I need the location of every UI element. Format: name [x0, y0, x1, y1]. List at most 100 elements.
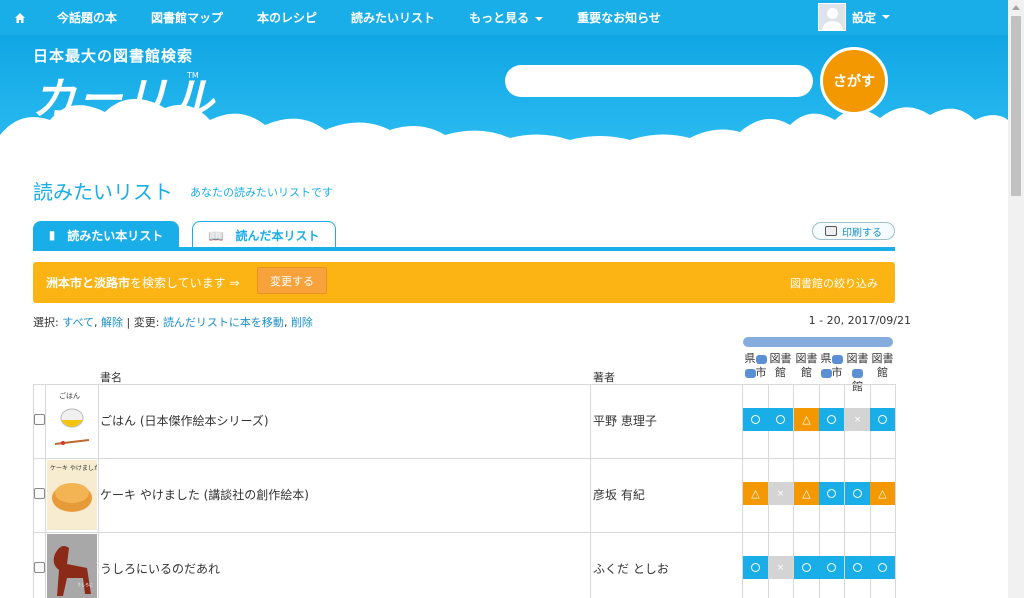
search-area-banner: 洲本市と淡路市を検索しています ⇒ 変更する 図書館の絞り込み — [33, 262, 895, 303]
row-divider — [33, 458, 895, 459]
row-divider — [33, 532, 895, 533]
library-filter-link[interactable]: 図書館の絞り込み — [790, 275, 878, 291]
logo-trademark: TM — [187, 71, 199, 80]
chevron-down-icon — [535, 16, 544, 21]
nav-item-label: 今話題の本 — [57, 11, 118, 25]
availability-status-ok[interactable] — [743, 408, 768, 431]
scroll-thumb[interactable] — [1011, 16, 1021, 196]
column-author-header: 著者 — [593, 371, 615, 384]
nav-item-1[interactable]: 図書館マップ — [134, 9, 240, 26]
book-author: ふくだ としお — [593, 562, 669, 576]
availability-status-ok[interactable] — [768, 408, 793, 431]
redacted-mark — [755, 354, 767, 364]
availability-status-ok[interactable] — [743, 556, 768, 579]
book-title[interactable]: ケーキ やけました (講談社の創作絵本) — [100, 486, 309, 503]
selection-separator: | 変更: — [126, 316, 160, 329]
column-title-header: 書名 — [100, 371, 122, 384]
scroll-up-icon[interactable] — [1012, 5, 1020, 10]
book-title[interactable]: ごはん (日本傑作絵本シリーズ) — [100, 412, 269, 429]
availability-status-ok[interactable] — [845, 556, 870, 579]
library-column-header: 県市 — [820, 352, 843, 379]
availability-status-ok[interactable] — [870, 408, 895, 431]
page-subtitle: あなたの読みたいリストです — [190, 186, 333, 199]
move-to-read-link[interactable]: 読んだリストに本を移動 — [163, 316, 284, 329]
banner-places: 洲本市と淡路市 — [46, 276, 131, 290]
nav-item-0[interactable]: 今話題の本 — [40, 9, 134, 26]
settings-menu[interactable]: 設定 — [817, 3, 890, 31]
redacted-mark — [852, 368, 863, 378]
availability-status-none[interactable]: × — [768, 482, 793, 505]
column-divider — [895, 384, 896, 598]
availability-status-tri[interactable]: △ — [794, 482, 819, 505]
open-book-icon: 📖 — [208, 228, 224, 243]
top-nav: 今話題の本 図書館マップ 本のレシピ 読みたいリスト もっと見る 重要なお知らせ 設定 — [0, 0, 1008, 35]
redacted-mark — [744, 368, 756, 378]
scrollbar[interactable] — [1008, 0, 1024, 598]
row-checkbox[interactable] — [34, 562, 45, 573]
nav-item-3[interactable]: 読みたいリスト — [334, 9, 452, 26]
change-area-button[interactable]: 変更する — [257, 267, 327, 294]
print-label: 印刷する — [842, 227, 882, 239]
book-author: 平野 恵理子 — [593, 414, 657, 428]
redacted-mark — [831, 354, 843, 364]
nav-item-5[interactable]: 重要なお知らせ — [560, 9, 678, 26]
home-icon[interactable] — [0, 0, 40, 35]
library-group-label — [743, 337, 893, 347]
selection-bar: 選択: すべて, 解除 | 変更: 読んだリストに本を移動, 削除 — [33, 316, 313, 329]
availability-status-ok[interactable] — [794, 556, 819, 579]
nav-item-2[interactable]: 本のレシピ — [240, 9, 334, 26]
nav-item-label: 図書館マップ — [151, 11, 224, 25]
availability-status-ok[interactable] — [845, 482, 870, 505]
availability-status-tri[interactable]: △ — [743, 482, 768, 505]
tab-label: 読みたい本リスト — [67, 228, 164, 243]
row-checkbox[interactable] — [34, 488, 45, 499]
nav-item-label: もっと見る — [469, 11, 530, 25]
availability-status-tri[interactable]: △ — [794, 408, 819, 431]
banner-message: を検索しています ⇒ — [130, 276, 240, 290]
column-divider — [590, 384, 591, 598]
library-column-header: 図書館 — [871, 352, 894, 379]
page-title: 読みたいリスト — [33, 180, 173, 204]
availability-status-none[interactable]: × — [845, 408, 870, 431]
availability-status-ok[interactable] — [870, 556, 895, 579]
tab-label: 読んだ本リスト — [235, 229, 320, 243]
delete-link[interactable]: 削除 — [291, 316, 313, 329]
clear-selection-link[interactable]: 解除 — [101, 316, 123, 329]
nav-item-label: 本のレシピ — [257, 11, 318, 25]
library-column-header: 県市 — [744, 352, 767, 379]
library-column-header: 図書館 — [795, 352, 818, 379]
tab-want-to-read[interactable]: ▮ 読みたい本リスト — [33, 221, 179, 249]
banner-text: 洲本市と淡路市を検索しています ⇒ — [46, 274, 240, 291]
avatar — [817, 3, 846, 31]
availability-status-ok[interactable] — [819, 408, 844, 431]
availability-status-none[interactable]: × — [768, 556, 793, 579]
printer-icon — [825, 226, 837, 236]
tab-read[interactable]: 📖 読んだ本リスト — [192, 221, 336, 249]
redacted-mark — [820, 368, 832, 378]
availability-status-ok[interactable] — [819, 482, 844, 505]
search-button[interactable]: さがす — [820, 47, 888, 115]
book-icon: ▮ — [48, 228, 56, 242]
book-author: 彦坂 有紀 — [593, 488, 645, 502]
row-divider — [33, 384, 895, 385]
nav-item-label: 重要なお知らせ — [577, 11, 661, 25]
book-title[interactable]: うしろにいるのだあれ — [100, 560, 220, 577]
book-cover[interactable]: うしろに — [47, 534, 97, 598]
result-range: 1 - 20, 2017/09/21 — [808, 314, 911, 327]
column-divider — [98, 384, 99, 598]
availability-status-tri[interactable]: △ — [870, 482, 895, 505]
column-divider — [45, 384, 46, 598]
chevron-down-icon — [882, 15, 890, 19]
availability-status-ok[interactable] — [819, 556, 844, 579]
svg-text:ごはん: ごはん — [59, 391, 80, 400]
book-cover[interactable]: ごはん — [47, 386, 97, 456]
print-button[interactable]: 印刷する — [812, 222, 895, 240]
nav-item-4[interactable]: もっと見る — [452, 9, 560, 26]
search-input[interactable] — [505, 65, 813, 97]
book-cover[interactable]: ケーキ やけました — [47, 460, 97, 530]
row-checkbox[interactable] — [34, 414, 45, 425]
header: 日本最大の図書館検索 カーリル TM さがす — [0, 35, 1008, 160]
selection-prefix: 選択: — [33, 316, 59, 329]
tab-underline — [33, 247, 895, 251]
select-all-link[interactable]: すべて — [62, 316, 94, 329]
